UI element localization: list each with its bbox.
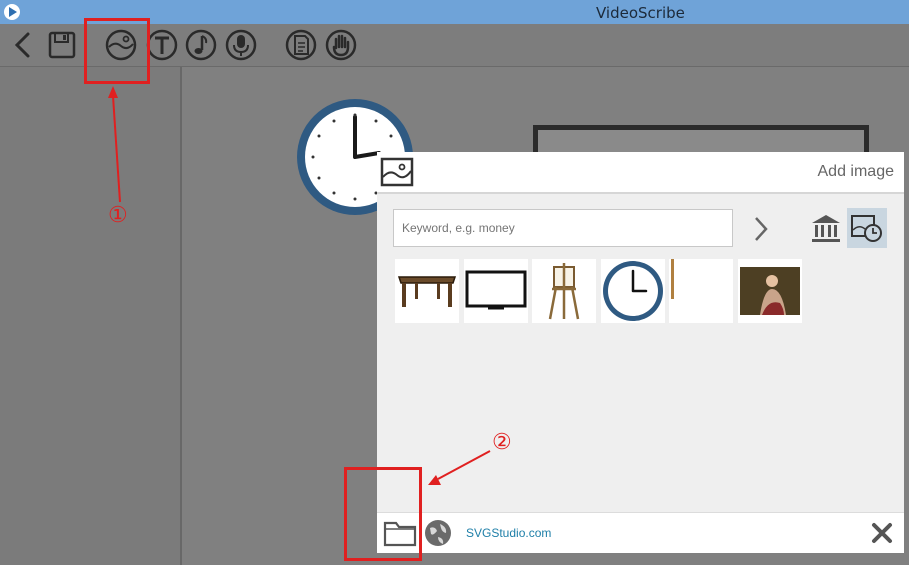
annotation-arrows (108, 86, 491, 485)
annotation-label-1: ① (108, 203, 128, 228)
annotation-label-2: ② (492, 430, 512, 455)
